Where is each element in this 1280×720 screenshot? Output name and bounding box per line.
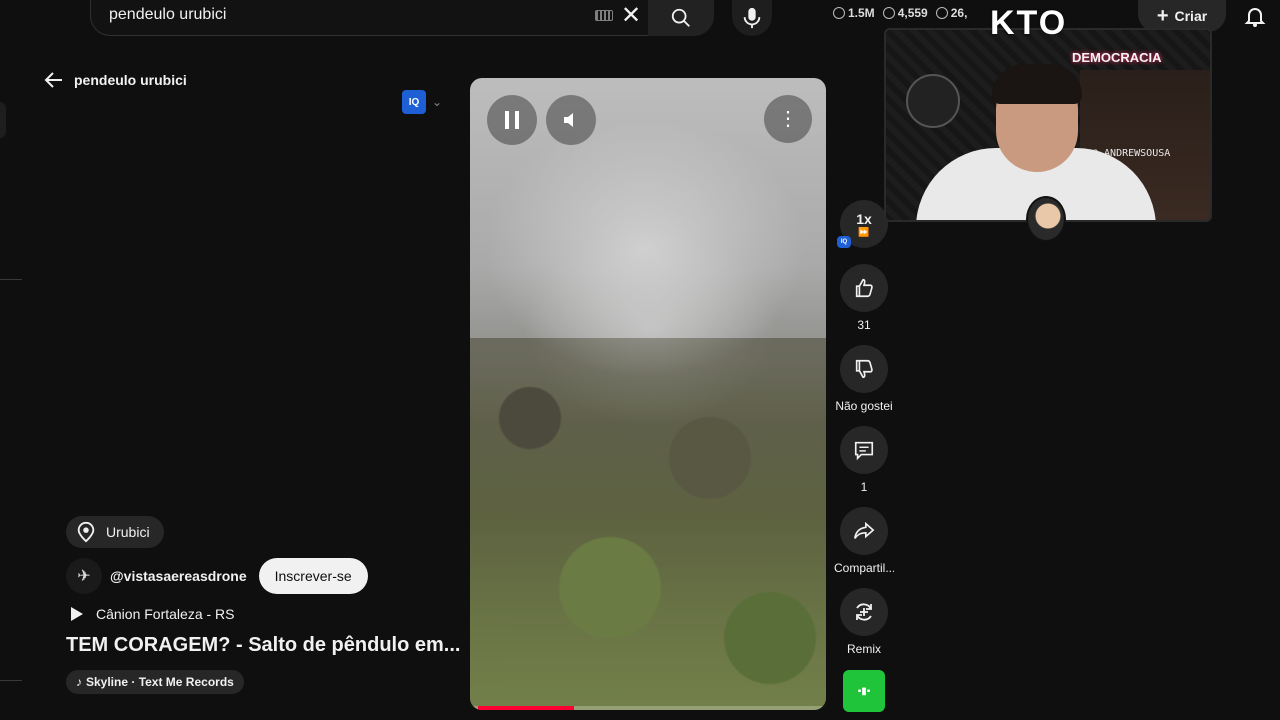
eye-icon <box>882 7 895 19</box>
share-label: Compartil... <box>834 561 894 575</box>
volume-button[interactable] <box>546 95 596 145</box>
location-pin-icon <box>77 521 95 543</box>
sound-wave-icon: ▪▮▪ <box>857 685 871 697</box>
streamer-hair <box>992 64 1082 104</box>
mascot-avatar <box>1026 196 1066 242</box>
video-title[interactable]: TEM CORAGEM? - Salto de pêndulo em... <box>66 634 460 657</box>
music-label: Skyline · Text Me Records <box>86 675 234 689</box>
channel-name[interactable]: @vistasaereasdrone <box>110 568 247 584</box>
speaker-icon <box>564 113 573 127</box>
more-options-button[interactable]: ⋮ <box>764 95 812 143</box>
shorts-video-player[interactable]: ⋮ <box>470 78 826 710</box>
dislike-label: Não gostei <box>835 399 893 413</box>
thumbs-down-icon <box>855 359 873 379</box>
back-to-search[interactable]: pendeulo urubici <box>44 70 187 90</box>
stream-stats: 1.5M 4,559 26, <box>833 6 967 20</box>
like-count: 31 <box>857 318 871 332</box>
thumbs-up-icon <box>855 278 873 298</box>
stat-viewers: 4,559 <box>882 6 928 20</box>
share-button[interactable]: Compartil... <box>834 507 894 575</box>
divider <box>0 279 22 280</box>
remix-circle <box>840 588 888 636</box>
comments-button[interactable]: 1 <box>834 426 894 494</box>
progress-bar[interactable] <box>470 706 826 710</box>
back-label: pendeulo urubici <box>74 72 187 88</box>
search-input[interactable]: pendeulo urubici <box>109 6 226 24</box>
clear-search-icon[interactable]: ✕ <box>621 2 641 30</box>
keyboard-icon[interactable] <box>595 10 613 21</box>
play-icon <box>71 607 83 621</box>
divider <box>0 680 22 681</box>
progress-fill <box>478 706 575 710</box>
chevron-down-icon: ⌄ <box>432 95 443 109</box>
drone-icon: ✈ <box>77 568 91 585</box>
comment-icon <box>854 441 874 461</box>
sound-thumbnail[interactable]: ▪▮▪ <box>843 670 885 712</box>
pause-button[interactable] <box>487 95 537 145</box>
notifications-button[interactable] <box>1243 4 1267 33</box>
bell-icon <box>1244 8 1266 27</box>
dislike-circle <box>840 345 888 393</box>
wall-logo <box>906 74 960 128</box>
iq-logo-icon: IQ <box>402 90 426 114</box>
plus-icon: + <box>1156 5 1169 27</box>
search-button[interactable] <box>648 0 714 36</box>
search-bar[interactable]: pendeulo urubici ✕ <box>90 0 648 36</box>
like-circle <box>840 264 888 312</box>
channel-avatar[interactable]: ✈ <box>66 558 102 594</box>
eye-icon <box>935 7 948 19</box>
create-label: Criar <box>1174 8 1208 24</box>
fast-forward-icon: ⏩ <box>858 226 870 237</box>
dislike-button[interactable]: Não gostei <box>834 345 894 413</box>
pause-icon <box>505 111 519 129</box>
share-circle <box>840 507 888 555</box>
kto-logo: KTO <box>990 4 1068 42</box>
more-vertical-icon: ⋮ <box>778 108 798 130</box>
stat-total-views: 1.5M <box>833 6 875 20</box>
neon-sign: DEMOCRACIA <box>1072 50 1162 65</box>
voice-search-button[interactable] <box>732 0 772 36</box>
music-note-icon: ♪ <box>76 675 82 689</box>
playlist-label: Cânion Fortaleza - RS <box>96 606 235 622</box>
like-button[interactable]: 31 <box>834 264 894 332</box>
stat-other: 26, <box>935 6 967 20</box>
location-label: Urubici <box>106 524 150 540</box>
search-icon <box>671 8 690 27</box>
iq-badge-small: IQ <box>837 236 851 248</box>
remix-button[interactable]: Remix <box>834 588 894 656</box>
comment-count: 1 <box>860 480 868 494</box>
sidebar-edge <box>0 102 6 138</box>
clock-icon <box>833 7 845 19</box>
back-arrow-icon <box>44 72 62 88</box>
music-chip[interactable]: ♪ Skyline · Text Me Records <box>66 670 244 694</box>
location-chip[interactable]: Urubici <box>66 516 164 548</box>
webcam-overlay: DEMOCRACIA @_ANDREWSOUSA <box>884 28 1212 222</box>
channel-row: ✈ @vistasaereasdrone Inscrever-se <box>66 558 368 594</box>
comments-circle <box>840 426 888 474</box>
remix-icon <box>856 603 872 621</box>
share-icon <box>854 521 875 539</box>
iq-extension-menu[interactable]: IQ ⌄ <box>402 90 442 114</box>
microphone-icon <box>743 7 761 29</box>
speed-label: 1x <box>856 210 872 227</box>
subscribe-button[interactable]: Inscrever-se <box>258 558 368 594</box>
remix-label: Remix <box>846 642 881 656</box>
playlist-link[interactable]: Cânion Fortaleza - RS <box>66 604 235 624</box>
